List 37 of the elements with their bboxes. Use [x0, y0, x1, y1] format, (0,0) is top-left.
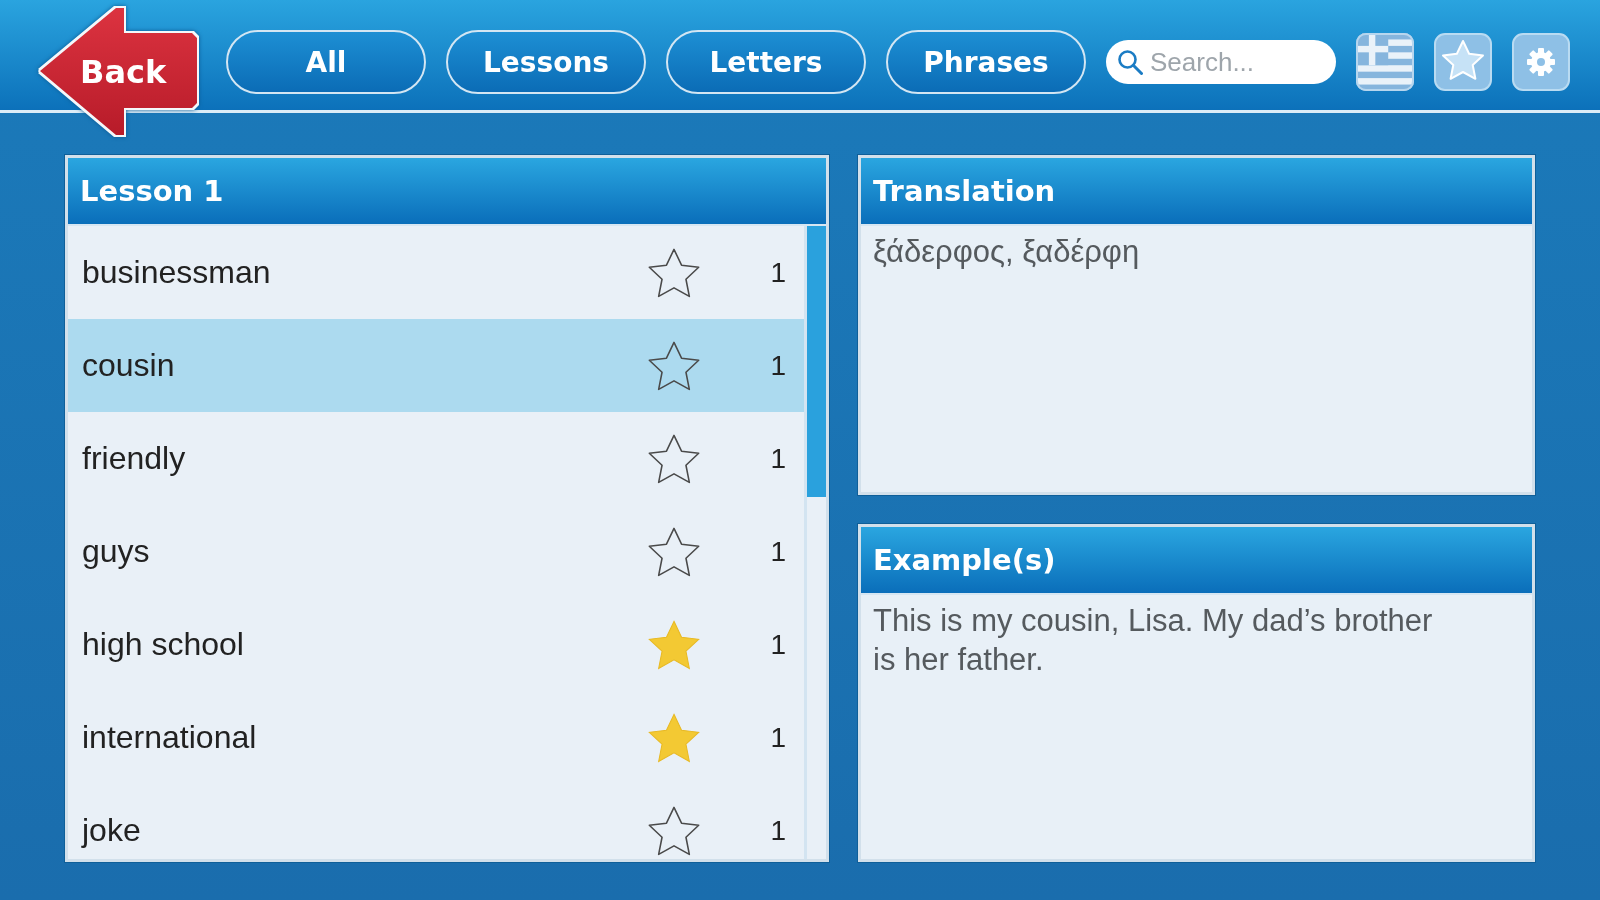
word-label: friendly	[82, 440, 187, 477]
star-icon[interactable]	[648, 526, 700, 577]
filter-tab[interactable]: Lessons	[446, 30, 646, 94]
flag-icon[interactable]	[1356, 33, 1414, 91]
search-field[interactable]: Search...	[1106, 40, 1336, 84]
star-icon[interactable]	[648, 433, 700, 484]
example-text: This is my cousin, Lisa. My dad’s brother is her father.	[872, 602, 1434, 679]
word-label: high school	[82, 626, 245, 663]
star-icon[interactable]	[648, 340, 700, 391]
star-icon[interactable]	[648, 247, 700, 298]
panel-title: Translation	[861, 158, 1532, 226]
panel-title: Lesson 1	[68, 158, 826, 226]
word-label: cousin	[82, 347, 176, 384]
search-icon	[1117, 49, 1143, 75]
count-label: 1	[769, 256, 786, 289]
list-row[interactable]: cousin 1	[68, 319, 804, 412]
star-icon[interactable]	[648, 712, 700, 763]
count-label: 1	[769, 442, 786, 475]
word-label: international	[82, 719, 258, 756]
count-label: 1	[769, 628, 786, 661]
star-icon[interactable]	[648, 619, 700, 670]
filter-tab[interactable]: All	[226, 30, 426, 94]
settings-icon[interactable]	[1512, 33, 1570, 91]
count-label: 1	[769, 535, 786, 568]
star-icon[interactable]	[648, 805, 700, 856]
count-label: 1	[769, 721, 786, 754]
panel-title: Example(s)	[861, 527, 1532, 595]
count-label: 1	[769, 814, 786, 847]
word-label: businessman	[82, 254, 272, 291]
back-button[interactable]: Back	[40, 8, 198, 136]
count-label: 1	[769, 349, 786, 382]
word-label: guys	[82, 533, 151, 570]
scrollbar-thumb[interactable]	[807, 226, 826, 497]
filter-tab[interactable]: Letters	[666, 30, 866, 94]
word-label: joke	[82, 812, 142, 849]
translation-text: ξάδερφος, ξαδέρφη	[872, 233, 1141, 271]
filter-tab[interactable]: Phrases	[886, 30, 1086, 94]
